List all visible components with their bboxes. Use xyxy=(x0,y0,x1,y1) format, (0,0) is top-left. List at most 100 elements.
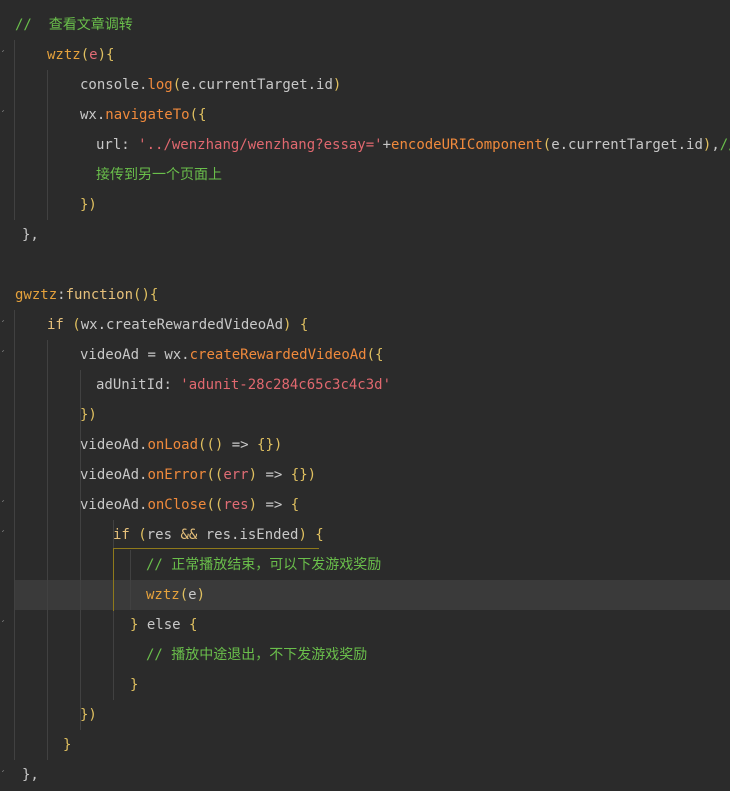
code-line-content: videoAd.onLoad(() => {}) xyxy=(80,430,282,460)
code-token: ) { xyxy=(298,527,324,543)
code-line[interactable]: // 正常播放结束，可以下发游戏奖励 xyxy=(0,550,730,580)
code-token: else xyxy=(138,617,190,633)
code-token: ( xyxy=(179,587,189,603)
code-line-content: wztz(e) xyxy=(146,580,205,610)
code-token: (( xyxy=(206,497,224,513)
code-token: createRewardedVideoAd xyxy=(189,347,367,363)
code-line-content: // 正常播放结束，可以下发游戏奖励 xyxy=(146,550,381,580)
code-token: () xyxy=(133,287,150,303)
code-line[interactable]: videoAd.onError((err) => {}) xyxy=(0,460,730,490)
code-token: (( xyxy=(206,467,224,483)
code-token: } xyxy=(130,677,139,693)
code-line[interactable]: wx.navigateTo({ xyxy=(0,100,730,130)
code-line-content: adUnitId: 'adunit-28c284c65c3c4c3d' xyxy=(96,370,391,400)
code-line[interactable]: wztz(e) xyxy=(0,580,730,610)
code-token: ) xyxy=(332,77,342,93)
code-token: e xyxy=(181,77,190,93)
code-token: {}) xyxy=(290,467,317,483)
code-token: gwztz xyxy=(15,287,58,303)
code-line[interactable]: } xyxy=(0,670,730,700)
code-line[interactable]: gwztz:function(){ xyxy=(0,280,730,310)
code-line-content: }, xyxy=(22,760,39,790)
code-token: wx.createRewardedVideoAd xyxy=(80,317,284,333)
code-editor[interactable]: ˏˏˏˏˏˏˏˏ // 查看文章调转 wztz(e){console.log(e.… xyxy=(0,0,730,791)
code-token: navigateTo xyxy=(105,107,190,123)
code-line[interactable]: }, xyxy=(0,760,730,790)
code-token: ) { xyxy=(283,317,309,333)
code-line[interactable]: wztz(e){ xyxy=(0,40,730,70)
code-token: .currentTarget.id xyxy=(189,77,333,93)
code-token: => xyxy=(223,437,258,453)
code-line-content: gwztz:function(){ xyxy=(15,280,158,310)
code-token: // 正常播放结束，可以下发游戏奖励 xyxy=(146,557,382,573)
code-token: 'adunit-28c284c65c3c4c3d' xyxy=(180,377,392,393)
code-line-content: }, xyxy=(22,220,39,250)
code-token: e xyxy=(188,587,197,603)
code-line-content: // 查看文章调转 xyxy=(15,10,133,40)
code-token: function xyxy=(65,287,134,303)
code-token: }) xyxy=(80,407,97,423)
code-line-content: // 播放中途退出，不下发游戏奖励 xyxy=(146,640,367,670)
code-line-content: }) xyxy=(80,400,97,430)
code-line[interactable]: }) xyxy=(0,700,730,730)
code-line[interactable]: console.log(e.currentTarget.id) xyxy=(0,70,730,100)
code-token: url xyxy=(96,137,122,153)
code-token: {}) xyxy=(257,437,283,453)
code-line-content: videoAd.onError((err) => {}) xyxy=(80,460,316,490)
code-token: onError xyxy=(147,467,207,483)
code-token: // 播放中途退出，不下发游戏奖励 xyxy=(146,647,368,663)
code-token: onLoad xyxy=(147,437,199,453)
code-line[interactable]: adUnitId: 'adunit-28c284c65c3c4c3d' xyxy=(0,370,730,400)
code-line-content: wztz(e){ xyxy=(47,40,114,70)
code-token: adUnitId xyxy=(96,377,164,393)
code-line-content: videoAd = wx.createRewardedVideoAd({ xyxy=(80,340,383,370)
code-line[interactable]: }, xyxy=(0,220,730,250)
code-line[interactable]: videoAd = wx.createRewardedVideoAd({ xyxy=(0,340,730,370)
code-token: ({ xyxy=(189,107,207,123)
code-line[interactable]: // 查看文章调转 xyxy=(0,10,730,40)
code-token: e xyxy=(89,47,98,63)
code-line[interactable]: if (res && res.isEnded) { xyxy=(0,520,730,550)
code-line[interactable]: if (wx.createRewardedVideoAd) { xyxy=(0,310,730,340)
code-token: }) xyxy=(80,197,97,213)
code-token: : xyxy=(57,287,66,303)
code-token: ) xyxy=(248,497,258,513)
code-token: { xyxy=(290,497,300,513)
code-line[interactable]: 接传到另一个页面上 xyxy=(0,160,730,190)
code-token: { xyxy=(149,287,159,303)
code-line[interactable]: videoAd.onLoad(() => {}) xyxy=(0,430,730,460)
code-token: res xyxy=(223,497,249,513)
code-line[interactable]: } else { xyxy=(0,610,730,640)
code-token: videoAd xyxy=(80,347,140,363)
code-line[interactable] xyxy=(0,250,730,280)
code-line[interactable]: url: '../wenzhang/wenzhang?essay='+encod… xyxy=(0,130,730,160)
code-line[interactable]: }) xyxy=(0,400,730,430)
code-token: : xyxy=(121,137,139,153)
code-token: res.isEnded xyxy=(197,527,299,543)
code-line[interactable]: }) xyxy=(0,190,730,220)
code-token: (() xyxy=(198,437,224,453)
code-token: ( xyxy=(63,317,81,333)
code-token: console xyxy=(80,77,140,93)
code-line-content: } xyxy=(130,670,138,700)
code-token: wx xyxy=(80,107,97,123)
code-line[interactable]: videoAd.onClose((res) => { xyxy=(0,490,730,520)
code-line[interactable]: } xyxy=(0,730,730,760)
code-token: => xyxy=(257,467,291,483)
code-line-content: if (wx.createRewardedVideoAd) { xyxy=(47,310,308,340)
code-token: } xyxy=(63,737,72,753)
code-token: ( xyxy=(129,527,147,543)
code-token: wx xyxy=(164,347,182,363)
code-token: ( xyxy=(542,137,552,153)
code-line[interactable]: // 播放中途退出，不下发游戏奖励 xyxy=(0,640,730,670)
code-token: onClose xyxy=(147,497,207,513)
code-token: '../wenzhang/wenzhang?essay=' xyxy=(138,137,383,153)
code-token: videoAd xyxy=(80,467,140,483)
code-token: if xyxy=(113,527,130,543)
code-token: , xyxy=(711,137,720,153)
code-token: // 查看文章调转 xyxy=(15,17,133,33)
code-token: : xyxy=(163,377,181,393)
code-token: ( xyxy=(172,77,182,93)
code-line-content: }) xyxy=(80,700,97,730)
code-token: ) xyxy=(248,467,258,483)
